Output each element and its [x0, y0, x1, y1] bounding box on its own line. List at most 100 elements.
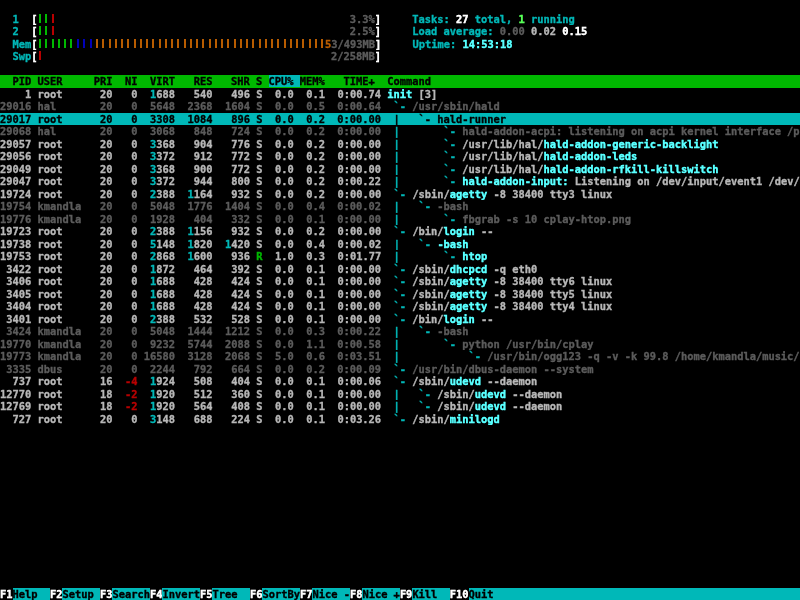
process-user: hal — [37, 100, 93, 112]
process-row-3404[interactable]: 3404 root 20 0 1688 428 424 S 0.0 0.1 0:… — [0, 300, 800, 313]
process-shr: 224 — [219, 413, 256, 425]
process-row-737[interactable]: 737 root 16 -4 1924 508 404 S 0.0 0.1 0:… — [0, 375, 800, 388]
fnkey-f9-label: Kill — [412, 588, 449, 600]
process-command: hald-runner — [437, 113, 506, 125]
process-priority: 20 — [94, 213, 119, 225]
process-mem-percent: 0.1 — [300, 313, 331, 325]
cpu1-meter-bar-g — [37, 14, 50, 23]
process-row-19773[interactable]: 19773 kmandla 20 0 16580 3128 2068 S 5.0… — [0, 350, 800, 363]
process-time: 0:00.09 — [331, 363, 387, 375]
process-row-12770[interactable]: 12770 root 18 -2 1920 512 360 S 0.0 0.1 … — [0, 388, 800, 401]
process-nice: 0 — [119, 363, 144, 375]
process-state: S — [256, 138, 269, 150]
process-time: 0:00.74 — [331, 88, 387, 100]
process-state: S — [256, 338, 269, 350]
process-row-29068[interactable]: 29068 hal 20 0 3068 848 724 S 0.0 0.2 0:… — [0, 125, 800, 138]
process-pid: 29057 — [0, 138, 37, 150]
process-res: 944 — [181, 175, 218, 187]
process-row-12769[interactable]: 12769 root 18 -2 1920 564 408 S 0.0 0.1 … — [0, 400, 800, 413]
process-nice: 0 — [119, 188, 144, 200]
process-nice: 0 — [119, 313, 144, 325]
process-priority: 20 — [94, 238, 119, 250]
process-row-19770[interactable]: 19770 kmandla 20 0 9232 5744 2088 S 0.0 … — [0, 338, 800, 351]
process-row-3422[interactable]: 3422 root 20 0 1872 464 392 S 0.0 0.1 0:… — [0, 263, 800, 276]
process-row-29016[interactable]: 29016 hal 20 0 5648 2368 1604 S 0.0 0.5 … — [0, 100, 800, 113]
process-row-19723[interactable]: 19723 root 20 0 2388 1156 932 S 0.0 0.2 … — [0, 225, 800, 238]
fnkey-f3[interactable]: F3Search — [100, 588, 150, 600]
process-virt: 388 — [156, 313, 181, 325]
process-row-29057[interactable]: 29057 root 20 0 3368 904 776 S 0.0 0.2 0… — [0, 138, 800, 151]
process-row-19724[interactable]: 19724 root 20 0 2388 1164 932 S 0.0 0.2 … — [0, 188, 800, 201]
process-state: S — [256, 225, 269, 237]
process-pid: 19723 — [0, 225, 37, 237]
fnkey-f9[interactable]: F9Kill — [400, 588, 450, 600]
process-pid: 19773 — [0, 350, 37, 362]
process-row-3424[interactable]: 3424 kmandla 20 0 5048 1444 1212 S 0.0 0… — [0, 325, 800, 338]
process-state: S — [256, 150, 269, 162]
process-res: 820 — [194, 238, 219, 250]
table-header-columns-right[interactable]: MEM% TIME+ Command — [300, 75, 431, 87]
process-virt: 388 — [156, 225, 181, 237]
process-row-19753[interactable]: 19753 root 20 0 2868 1600 936 R 1.0 0.3 … — [0, 250, 800, 263]
process-res: 540 — [181, 88, 218, 100]
process-cpu-percent: 0.0 — [269, 263, 300, 275]
process-command-basename: agetty — [450, 300, 487, 312]
process-pid: 19754 — [0, 200, 37, 212]
process-shr: 772 — [219, 150, 256, 162]
tasks-total-word: total, — [469, 13, 519, 25]
process-row-3405[interactable]: 3405 root 20 0 1688 428 424 S 0.0 0.1 0:… — [0, 288, 800, 301]
process-row-19754[interactable]: 19754 kmandla 20 0 5048 1776 1404 S 0.0 … — [0, 200, 800, 213]
process-nice: 0 — [119, 300, 144, 312]
process-row-19738[interactable]: 19738 root 20 0 5148 1820 1420 S 0.0 0.4… — [0, 238, 800, 251]
process-tree-branch: | `- — [387, 338, 462, 350]
process-row-727[interactable]: 727 root 20 0 3148 688 224 S 0.0 0.1 0:0… — [0, 413, 800, 426]
process-shr: 772 — [219, 163, 256, 175]
process-shr: 404 — [219, 375, 256, 387]
fnkey-f7[interactable]: F7Nice - — [300, 588, 350, 600]
process-nice: 0 — [119, 263, 144, 275]
process-mem-percent: 0.1 — [300, 400, 331, 412]
process-cpu-percent: 0.0 — [269, 413, 300, 425]
process-row-3406[interactable]: 3406 root 20 0 1688 428 424 S 0.0 0.1 0:… — [0, 275, 800, 288]
fnkey-f8-label: Nice + — [362, 588, 399, 600]
process-pid: 19724 — [0, 188, 37, 200]
table-header-columns[interactable]: PID USER PRI NI VIRT RES SHR S — [0, 75, 269, 87]
fnkey-f6[interactable]: F6SortBy — [250, 588, 300, 600]
fnkey-f4[interactable]: F4Invert — [150, 588, 200, 600]
process-command-args: --daemon — [506, 400, 562, 412]
fnkey-f5[interactable]: F5Tree — [200, 588, 250, 600]
process-virt: 920 — [156, 388, 181, 400]
process-cpu-percent: 0.0 — [269, 150, 300, 162]
process-pid: 737 — [0, 375, 37, 387]
process-command-path: /sbin/ — [412, 288, 449, 300]
process-command: -bash — [437, 325, 468, 337]
process-nice: 0 — [119, 350, 144, 362]
process-row-29017[interactable]: 29017 root 20 0 3308 1084 896 S 0.0 0.2 … — [0, 113, 800, 126]
process-state: S — [256, 175, 269, 187]
process-row-3401[interactable]: 3401 root 20 0 2388 532 528 S 0.0 0.1 0:… — [0, 313, 800, 326]
process-row-19776[interactable]: 19776 kmandla 20 0 1928 404 332 S 0.0 0.… — [0, 213, 800, 226]
process-row-29056[interactable]: 29056 root 20 0 3372 912 772 S 0.0 0.2 0… — [0, 150, 800, 163]
process-time: 0:00.00 — [331, 313, 387, 325]
process-row-29049[interactable]: 29049 root 20 0 3368 900 772 S 0.0 0.2 0… — [0, 163, 800, 176]
fnkey-f2[interactable]: F2Setup — [50, 588, 100, 600]
process-command-basename: hald-addon-generic-backlight — [544, 138, 719, 150]
process-nice: -4 — [119, 375, 144, 387]
fnkey-f1[interactable]: F1Help — [0, 588, 50, 600]
process-pid: 3335 — [0, 363, 37, 375]
process-virt: 3308 — [144, 113, 181, 125]
process-row-29047[interactable]: 29047 root 20 0 3372 944 800 S 0.0 0.2 0… — [0, 175, 800, 188]
process-command-basename: hald-addon-input: — [462, 175, 568, 187]
process-command-basename: -bash — [437, 238, 468, 250]
fnkey-f8[interactable]: F8Nice + — [350, 588, 400, 600]
mem-meter-bar-y — [94, 39, 325, 48]
fnkey-f10[interactable]: F10Quit — [450, 588, 506, 600]
process-command-basename: htop — [462, 250, 487, 262]
process-state: S — [256, 375, 269, 387]
process-shr: 392 — [219, 263, 256, 275]
process-user: root — [37, 163, 93, 175]
process-row-1[interactable]: 1 root 20 0 1688 540 496 S 0.0 0.1 0:00.… — [0, 88, 800, 101]
process-tree-branch: `- — [387, 300, 412, 312]
process-row-3335[interactable]: 3335 dbus 20 0 2244 792 664 S 0.0 0.2 0:… — [0, 363, 800, 376]
column-header-cpu-sort[interactable]: CPU% — [269, 75, 300, 87]
